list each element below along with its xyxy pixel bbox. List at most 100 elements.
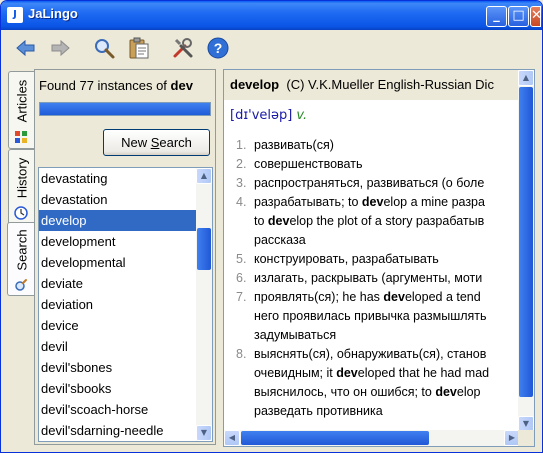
article-sense: 7. проявлять(ся); he has developed a tend… — [236, 288, 526, 345]
search-progress-bar — [39, 102, 211, 116]
sense-number: 5. — [236, 252, 247, 266]
back-button[interactable] — [14, 36, 38, 60]
sense-line: очевидным; it developed that he had mad — [254, 366, 490, 380]
sense-line: 4. разрабатывать; to develop a mine разра — [236, 193, 526, 212]
article-scroll-up-arrow[interactable]: ▲ — [518, 70, 534, 86]
sense-number: 6. — [236, 271, 247, 285]
word-list-item[interactable]: develop — [39, 210, 196, 231]
scroll-left-arrow[interactable]: ◀ — [224, 430, 240, 446]
sense-line: разведать противника — [254, 404, 383, 418]
article-sense: 6. излагать, раскрывать (аргументы, моти — [236, 269, 526, 288]
highlighted-match: dev — [267, 214, 290, 228]
clipboard-icon — [129, 37, 149, 59]
search-magnifier-icon — [95, 39, 115, 59]
highlighted-match: dev — [361, 195, 384, 209]
article-hscroll-thumb[interactable] — [241, 431, 429, 445]
sense-line: to develop the plot of a story разрабаты… — [254, 214, 485, 228]
word-list-scrollbar[interactable]: ▲ ▼ — [196, 168, 212, 441]
article-sense: 4. разрабатывать; to develop a mine разра… — [236, 193, 526, 250]
sense-line: 2. совершенствовать — [236, 155, 526, 174]
word-list-item[interactable]: devil — [39, 336, 196, 357]
word-list-item[interactable]: deviation — [39, 294, 196, 315]
sense-number: 2. — [236, 157, 247, 171]
sense-number: 4. — [236, 195, 247, 209]
help-icon: ? — [207, 37, 229, 59]
scroll-thumb[interactable] — [197, 228, 211, 270]
tools-icon — [173, 38, 193, 58]
sense-line: 3. распространяться, развиваться (о боле — [236, 174, 526, 193]
search-result-count: Found 77 instances of dev — [39, 78, 193, 93]
article-sense: 1. развивать(ся) — [236, 136, 526, 155]
paste-button[interactable] — [127, 36, 151, 60]
sense-line: 1. развивать(ся) — [236, 136, 526, 155]
article-sense: 5. конструировать, разрабатывать — [236, 250, 526, 269]
toolbar: ? — [1, 30, 542, 66]
phonetic-text: [dɪ'veləp] — [230, 108, 293, 123]
article-senses: 1. развивать(ся) 2. совершенствовать 3. распр… — [236, 136, 526, 421]
scroll-up-arrow[interactable]: ▲ — [196, 168, 212, 184]
magnifier-icon — [15, 279, 27, 291]
sense-line: 8. выяснять(ся), обнаруживать(ся), станов — [236, 345, 526, 364]
article-sense: 2. совершенствовать — [236, 155, 526, 174]
articles-icon — [15, 131, 27, 143]
article-view: develop (C) V.K.Mueller English-Russian … — [223, 69, 535, 447]
article-vertical-scrollbar[interactable]: ▲ ▼ — [518, 70, 534, 432]
word-list-item[interactable]: developmental — [39, 252, 196, 273]
vertical-tabs: Articles History Search — [7, 69, 36, 449]
sense-number: 8. — [236, 347, 247, 361]
sense-number: 7. — [236, 290, 247, 304]
new-search-button[interactable]: New Search — [103, 129, 210, 156]
article-transcription: [dɪ'veləp] v. — [230, 108, 307, 123]
window-title: JaLingo — [28, 6, 78, 21]
app-window: J JaLingo _ □ ✕ ? Articles History Searc… — [0, 0, 543, 453]
word-list-item[interactable]: deviate — [39, 273, 196, 294]
article-headword: develop — [230, 77, 280, 92]
maximize-button[interactable]: □ — [508, 6, 529, 27]
tab-history-label: History — [14, 157, 29, 199]
sense-line: рассказа — [254, 233, 306, 247]
word-list-item[interactable]: devil'sdarning-needle — [39, 420, 196, 441]
search-panel: Found 77 instances of dev New Search dev… — [34, 69, 216, 445]
sense-number: 1. — [236, 138, 247, 152]
sense-line: 5. конструировать, разрабатывать — [236, 250, 526, 269]
scroll-down-arrow[interactable]: ▼ — [196, 425, 212, 441]
progress-fill — [40, 103, 210, 115]
word-list-item[interactable]: devil'sbooks — [39, 378, 196, 399]
word-list-item[interactable]: devastating — [39, 168, 196, 189]
article-source: (C) V.K.Mueller English-Russian Dic — [286, 77, 494, 92]
title-bar[interactable]: J JaLingo _ □ ✕ — [1, 1, 542, 30]
word-list-item[interactable]: device — [39, 315, 196, 336]
close-button[interactable]: ✕ — [530, 6, 542, 27]
word-list[interactable]: devil'sdarning-needle devil'scoach-horse d… — [38, 167, 213, 442]
article-vscroll-thumb[interactable] — [519, 87, 533, 397]
article-horizontal-scrollbar[interactable]: ◀ ▶ — [224, 430, 520, 446]
sense-line: 7. проявлять(ся); he has developed a tend — [236, 288, 526, 307]
sense-line: задумываться — [254, 328, 337, 342]
tools-button[interactable] — [171, 36, 195, 60]
tab-articles-label: Articles — [14, 79, 29, 123]
svg-text:?: ? — [214, 40, 223, 56]
sense-number: 3. — [236, 176, 247, 190]
search-query: dev — [170, 78, 193, 93]
help-button[interactable]: ? — [206, 36, 230, 60]
article-sense: 3. распространяться, развиваться (о боле — [236, 174, 526, 193]
tab-search[interactable]: Search — [7, 222, 36, 296]
sense-line: выяснилось, что он ошибся; to develop — [254, 385, 481, 399]
highlighted-match: dev — [383, 290, 405, 304]
word-list-item[interactable]: devil'sbones — [39, 357, 196, 378]
tab-history[interactable]: History — [8, 149, 34, 225]
word-list-item[interactable]: devastation — [39, 189, 196, 210]
word-list-item[interactable]: devil'scoach-horse — [39, 399, 196, 420]
search-button[interactable] — [92, 36, 116, 60]
word-list-item[interactable]: development — [39, 231, 196, 252]
app-icon: J — [7, 7, 23, 23]
highlighted-match: dev — [336, 366, 358, 380]
forward-button[interactable] — [48, 36, 72, 60]
tab-articles[interactable]: Articles — [8, 71, 34, 149]
sense-line: 6. излагать, раскрывать (аргументы, моти — [236, 269, 526, 288]
part-of-speech: v. — [296, 108, 308, 123]
tab-search-label: Search — [14, 229, 30, 271]
highlighted-match: dev — [435, 385, 457, 399]
forward-arrow-icon — [51, 39, 70, 57]
minimize-button[interactable]: _ — [486, 6, 507, 27]
